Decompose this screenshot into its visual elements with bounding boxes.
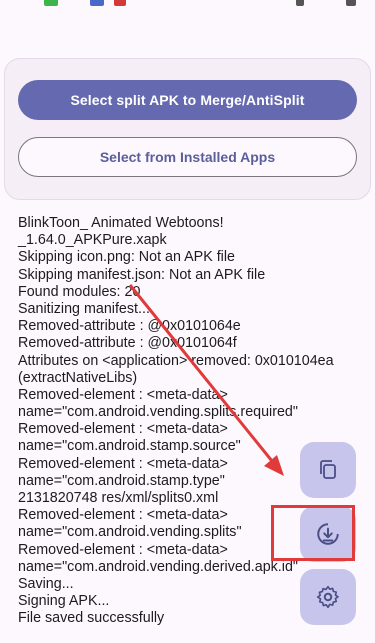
- annotation-arrow: [128, 284, 284, 476]
